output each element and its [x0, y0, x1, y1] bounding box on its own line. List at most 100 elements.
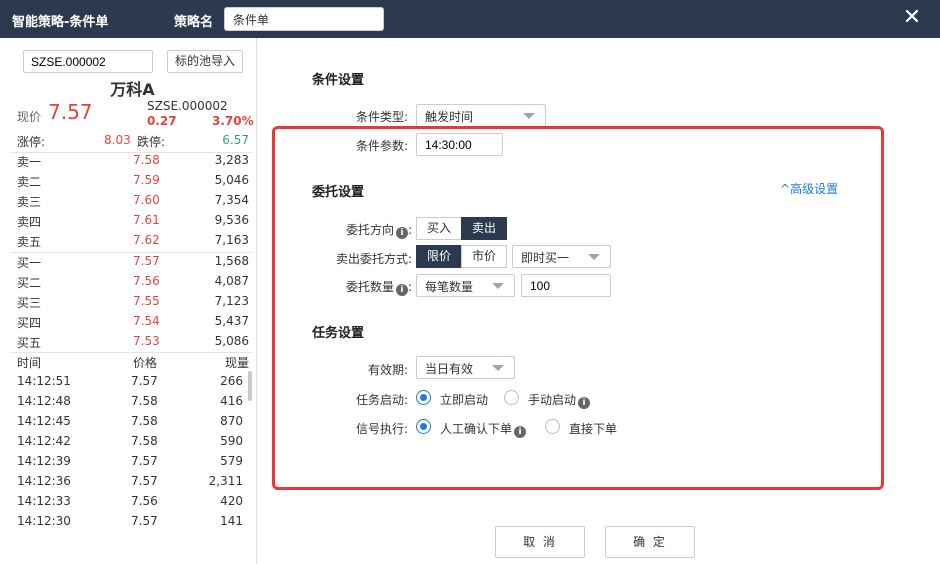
bid-price: 7.56	[133, 274, 160, 288]
cancel-button[interactable]: 取 消	[495, 526, 585, 558]
tick-volume: 141	[220, 514, 243, 528]
divider	[10, 252, 252, 253]
limit-down-value: 6.57	[222, 133, 249, 147]
sell-method-select[interactable]: 即时买一	[512, 245, 611, 268]
info-icon[interactable]: i	[578, 397, 591, 409]
condition-param-input[interactable]	[416, 133, 503, 156]
bid-price: 7.54	[133, 314, 160, 328]
ask-label: 卖一	[17, 155, 42, 169]
order-qty-input[interactable]	[521, 274, 611, 297]
order-qty-label-row: 委托数量 i:	[318, 278, 412, 296]
buy-option[interactable]: 买入	[416, 217, 462, 240]
tick-scrollbar[interactable]	[248, 371, 252, 401]
bid-label: 买二	[17, 276, 42, 290]
strategy-name-input[interactable]	[224, 7, 384, 31]
tick-time: 14:12:42	[17, 434, 71, 448]
condition-type-value: 触发时间	[425, 110, 474, 124]
task-start-label: 任务启动:	[355, 393, 408, 407]
tick-volume: 870	[220, 414, 243, 428]
market-price-option[interactable]: 市价	[461, 245, 507, 268]
tick-price: 7.57	[131, 454, 158, 468]
bid-volume: 4,087	[214, 274, 249, 288]
close-icon[interactable]: ✕	[900, 6, 924, 30]
valid-period-select[interactable]: 当日有效	[416, 356, 515, 379]
order-qty-select[interactable]: 每笔数量	[416, 274, 515, 297]
tick-price: 7.57	[131, 374, 158, 388]
tick-row: 14:12:36 7.57 2,311	[17, 474, 249, 494]
tick-volume: 416	[220, 394, 243, 408]
limit-up-label: 涨停:	[17, 135, 46, 149]
signal-exec-label: 信号执行:	[355, 422, 408, 436]
ask-price: 7.58	[133, 153, 160, 167]
manual-confirm-radio[interactable]	[416, 419, 431, 434]
label-colon: :	[407, 280, 412, 294]
chevron-down-icon	[492, 365, 504, 371]
tick-price: 7.58	[131, 394, 158, 408]
ask-volume: 3,283	[214, 153, 249, 167]
price-change: 0.27	[147, 114, 177, 128]
task-section-title: 任务设置	[312, 326, 365, 341]
tick-volume: 590	[220, 434, 243, 448]
ask-row: 卖五 7.62 7,163	[17, 233, 249, 253]
ask-row: 卖一 7.58 3,283	[17, 153, 249, 173]
sell-method-value: 即时买一	[521, 251, 570, 265]
sell-option[interactable]: 卖出	[461, 217, 507, 240]
limit-up-value: 8.03	[104, 133, 131, 147]
tick-price: 7.57	[131, 474, 158, 488]
bid-volume: 5,437	[214, 314, 249, 328]
bid-volume: 7,123	[214, 294, 249, 308]
start-manual-label: 手动启动	[528, 393, 577, 407]
tick-time: 14:12:51	[17, 374, 71, 388]
direct-order-radio[interactable]	[545, 419, 560, 434]
tick-volume: 579	[220, 454, 243, 468]
stock-code: SZSE.000002	[147, 99, 228, 113]
info-icon[interactable]: i	[395, 284, 408, 296]
sell-method-label: 卖出委托方式:	[335, 252, 412, 266]
start-manual-label-row: 手动启动 i	[528, 391, 591, 409]
price-label: 现价	[17, 110, 42, 124]
info-icon[interactable]: i	[395, 227, 408, 239]
ask-price: 7.61	[133, 213, 160, 227]
tick-volume: 2,311	[208, 474, 243, 488]
tick-time: 14:12:36	[17, 474, 71, 488]
condition-type-select[interactable]: 触发时间	[416, 104, 546, 127]
ask-row: 卖三 7.60 7,354	[17, 193, 249, 213]
advanced-settings-link[interactable]: ^高级设置	[780, 180, 838, 197]
tick-volume: 420	[220, 494, 243, 508]
limit-down-label: 跌停:	[137, 135, 166, 149]
bid-price: 7.53	[133, 334, 160, 348]
bid-price: 7.57	[133, 254, 160, 268]
manual-confirm-label: 人工确认下单	[440, 422, 513, 436]
confirm-button[interactable]: 确 定	[605, 526, 695, 558]
ask-label: 卖二	[17, 175, 42, 189]
title-bar: 智能策略-条件单 策略名 ✕	[0, 0, 940, 38]
advanced-settings-label: 高级设置	[790, 182, 839, 196]
bid-label: 买一	[17, 256, 42, 270]
valid-period-label: 有效期:	[367, 363, 408, 377]
start-now-label: 立即启动	[440, 393, 489, 407]
chevron-down-icon	[523, 113, 535, 119]
stock-name: 万科A	[110, 80, 155, 99]
condition-param-label: 条件参数:	[355, 139, 408, 153]
info-icon[interactable]: i	[514, 426, 527, 438]
tick-price: 7.58	[131, 434, 158, 448]
ask-price: 7.59	[133, 173, 160, 187]
tick-row: 14:12:39 7.57 579	[17, 454, 249, 474]
divider	[10, 352, 252, 353]
start-now-radio[interactable]	[416, 390, 431, 405]
bid-row: 买二 7.56 4,087	[17, 274, 249, 294]
ask-label: 卖五	[17, 235, 42, 249]
pool-import-button[interactable]: 标的池导入	[167, 50, 243, 73]
limit-price-option[interactable]: 限价	[416, 245, 462, 268]
chevron-up-icon: ^	[780, 182, 791, 196]
bid-row: 买三 7.55 7,123	[17, 294, 249, 314]
start-manual-radio[interactable]	[504, 390, 519, 405]
quote-panel: 标的池导入 万科A 现价 7.57 SZSE.000002 0.27 3.70%…	[0, 38, 257, 564]
ask-volume: 7,354	[214, 193, 249, 207]
stock-code-input[interactable]	[23, 50, 153, 73]
chevron-down-icon	[588, 254, 600, 260]
tick-row: 14:12:48 7.58 416	[17, 394, 249, 414]
tick-row: 14:12:30 7.57 141	[17, 514, 249, 534]
ask-volume: 9,536	[214, 213, 249, 227]
app-title: 智能策略-条件单	[12, 15, 109, 30]
